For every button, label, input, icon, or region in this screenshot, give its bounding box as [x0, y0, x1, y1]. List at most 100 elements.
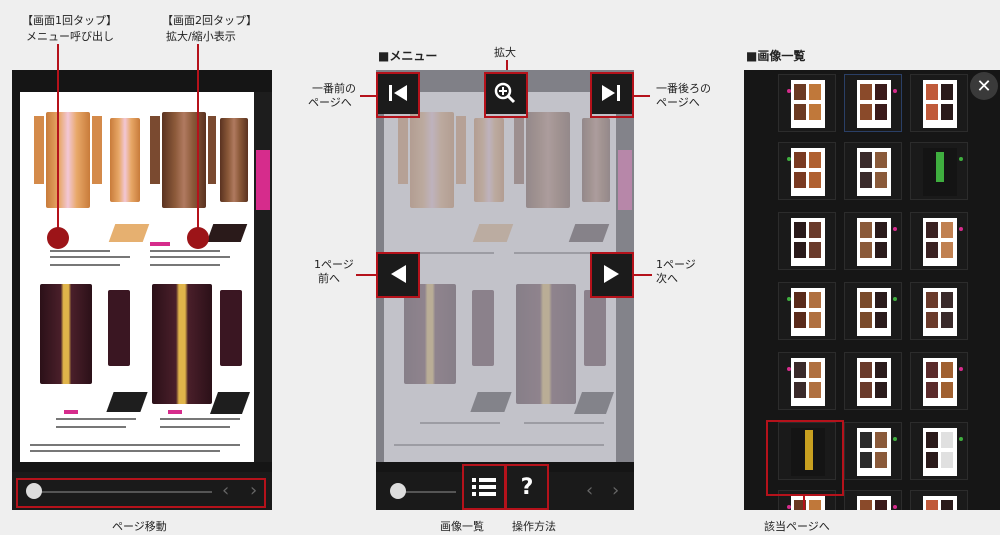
last-page-label-line1: 一番後ろの: [656, 82, 711, 95]
thumbnail-page-image: [923, 358, 957, 406]
thumbnail-page-image: [923, 288, 957, 336]
thumbnail-art: [860, 432, 872, 448]
thumbnail-art: [926, 432, 938, 448]
thumbnail-marker: [893, 227, 897, 231]
next-page-label-line2: 次へ: [656, 272, 678, 285]
thumbnail-art: [809, 500, 821, 510]
thumbnail-page-image: [857, 496, 891, 510]
thumbnail-item[interactable]: [778, 142, 836, 200]
catalog-page[interactable]: [20, 92, 254, 462]
thumbnail-art: [809, 362, 821, 378]
goto-page-pointer: [803, 496, 805, 510]
thumbnail-item[interactable]: [910, 142, 968, 200]
table-image: [206, 224, 248, 242]
thumbnail-item[interactable]: [910, 212, 968, 270]
howto-highlight: [505, 464, 549, 510]
thumbnail-item[interactable]: [778, 74, 836, 132]
howto-label: 操作方法: [512, 520, 556, 533]
thumbnail-art: [794, 104, 806, 120]
thumbnail-item[interactable]: [844, 142, 902, 200]
close-icon: ✕: [976, 75, 992, 97]
image-list-label: 画像一覧: [440, 520, 484, 533]
thumbnail-art: [809, 292, 821, 308]
thumbnail-item[interactable]: [844, 490, 902, 510]
thumbnail-art: [941, 382, 953, 398]
goto-page-highlight: [766, 420, 844, 496]
thumbnail-page-image: [923, 148, 957, 196]
thumbnail-art: [794, 172, 806, 188]
side-index-tab[interactable]: [256, 150, 270, 210]
thumbnail-art: [941, 312, 953, 328]
thumbnail-art: [809, 382, 821, 398]
chevron-right-icon[interactable]: ›: [612, 482, 619, 500]
thumbnail-art: [941, 222, 953, 238]
caption-line: [160, 418, 240, 420]
viewer-left: ‹ ›: [12, 70, 272, 510]
table-image: [106, 392, 148, 412]
chevron-left-icon[interactable]: ‹: [586, 482, 593, 500]
thumbnail-item[interactable]: [910, 282, 968, 340]
thumbnail-item[interactable]: [844, 282, 902, 340]
tap1-marker: [47, 227, 69, 249]
thumbnail-art: [794, 222, 806, 238]
thumbnail-art: [941, 362, 953, 378]
tap1-label-line1: 【画面1回タップ】: [22, 14, 117, 27]
first-page-label-line2: ページへ: [308, 96, 352, 109]
thumbnail-item[interactable]: [844, 422, 902, 480]
thumbnail-page-image: [857, 148, 891, 196]
thumbnail-item[interactable]: [844, 74, 902, 132]
next-page-label-line1: 1ページ: [656, 258, 696, 271]
thumbnail-art: [941, 242, 953, 258]
thumbnail-item[interactable]: [778, 212, 836, 270]
page-move-highlight: [16, 478, 266, 508]
thumbnail-item[interactable]: [910, 74, 968, 132]
thumbnail-art: [875, 292, 887, 308]
thumbnail-art: [860, 172, 872, 188]
thumbnail-item[interactable]: [844, 352, 902, 410]
altar-image: [162, 112, 206, 208]
altar-image: [152, 284, 212, 404]
thumbnail-page-image: [857, 80, 891, 128]
thumbnail-page-image: [857, 218, 891, 266]
caption-line: [30, 444, 240, 446]
thumbnail-page-image: [791, 496, 825, 510]
thumbnail-item[interactable]: [844, 212, 902, 270]
altar-image: [40, 284, 92, 384]
menu-title: ■メニュー: [378, 49, 438, 63]
thumbnail-art: [926, 104, 938, 120]
thumbnail-item[interactable]: [778, 352, 836, 410]
thumbnail-art: [809, 222, 821, 238]
thumbnail-page-image: [791, 358, 825, 406]
first-page-highlight: [376, 72, 420, 118]
thumbnail-art: [794, 382, 806, 398]
thumbnail-item[interactable]: [910, 422, 968, 480]
thumbnail-marker: [959, 367, 963, 371]
thumbnail-art: [860, 452, 872, 468]
thumbnail-art: [926, 362, 938, 378]
thumbnail-art: [926, 242, 938, 258]
caption-tag: [150, 242, 170, 246]
thumbnail-art: [926, 84, 938, 100]
thumbnail-art: [941, 432, 953, 448]
thumbnail-item[interactable]: [778, 282, 836, 340]
altar-image: [220, 118, 248, 202]
thumbnail-item[interactable]: [910, 352, 968, 410]
prev-page-label-line2: 前へ: [318, 272, 340, 285]
thumbnail-art: [809, 242, 821, 258]
thumbnail-art: [860, 312, 872, 328]
caption-line: [50, 250, 110, 252]
thumbnail-marker: [893, 505, 897, 509]
thumbnail-art: [860, 104, 872, 120]
close-button[interactable]: ✕: [970, 72, 998, 100]
thumbnail-page-image: [791, 218, 825, 266]
thumbnail-art: [941, 452, 953, 468]
altar-image: [110, 118, 140, 202]
thumbnail-page-image: [923, 428, 957, 476]
thumbnail-art: [875, 242, 887, 258]
thumbnail-page-image: [791, 288, 825, 336]
thumbnail-page-image: [857, 288, 891, 336]
page-slider-knob[interactable]: [390, 483, 406, 499]
caption-line: [56, 418, 136, 420]
thumbnail-item[interactable]: [910, 490, 968, 510]
caption-line: [160, 426, 230, 428]
